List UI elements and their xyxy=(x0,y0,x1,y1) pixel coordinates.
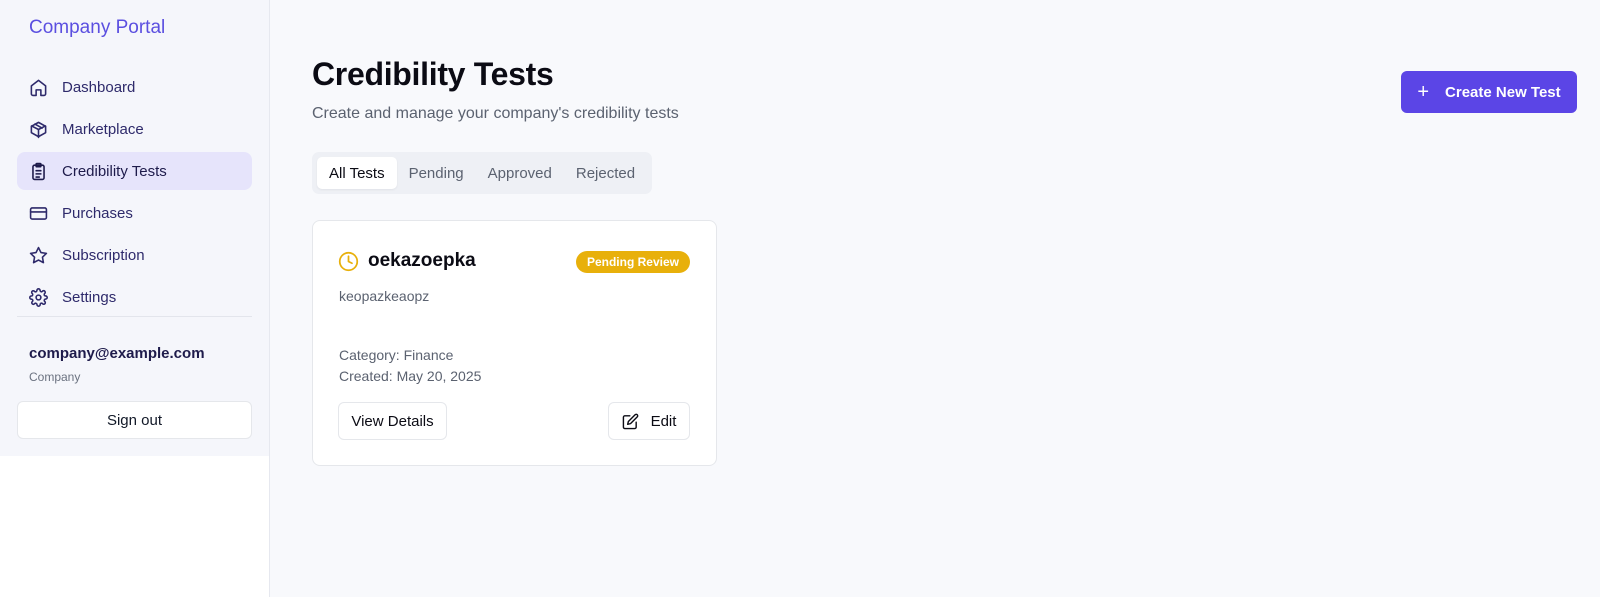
test-title: oekazoepka xyxy=(368,250,476,271)
sidebar-nav: Dashboard Marketplace Credibility Tests … xyxy=(17,68,252,320)
sidebar-item-label: Credibility Tests xyxy=(62,162,167,180)
user-role: Company xyxy=(29,370,81,384)
edit-button[interactable]: Edit xyxy=(608,402,690,440)
brand-title[interactable]: Company Portal xyxy=(29,17,165,39)
tab-rejected[interactable]: Rejected xyxy=(564,157,647,189)
sidebar-item-label: Dashboard xyxy=(62,78,136,96)
sign-out-button[interactable]: Sign out xyxy=(17,401,252,439)
edit-label: Edit xyxy=(650,412,677,430)
gear-icon xyxy=(29,287,48,307)
clipboard-icon xyxy=(32,162,45,180)
tab-all-tests[interactable]: All Tests xyxy=(317,157,397,189)
sidebar-item-label: Marketplace xyxy=(62,120,144,138)
test-card: oekazoepka Pending Review keopazkeaopz C… xyxy=(312,220,717,466)
tab-approved[interactable]: Approved xyxy=(476,157,564,189)
sidebar: Company Portal Dashboard Marketplace Cre… xyxy=(0,0,270,456)
sidebar-item-purchases[interactable]: Purchases xyxy=(17,194,252,232)
sidebar-item-settings[interactable]: Settings xyxy=(17,278,252,316)
test-created-date: Created: May 20, 2025 xyxy=(339,368,482,384)
sidebar-item-marketplace[interactable]: Marketplace xyxy=(17,110,252,148)
sidebar-item-subscription[interactable]: Subscription xyxy=(17,236,252,274)
clock-icon xyxy=(338,251,359,271)
view-details-button[interactable]: View Details xyxy=(338,402,447,440)
sidebar-item-credibility-tests[interactable]: Credibility Tests xyxy=(17,152,252,190)
status-tabs: All Tests Pending Approved Rejected xyxy=(312,152,653,194)
edit-icon xyxy=(622,413,638,429)
test-description: keopazkeaopz xyxy=(339,288,430,304)
plus-icon: + xyxy=(1417,81,1430,103)
test-card-header: oekazoepka xyxy=(338,250,476,272)
page-title: Credibility Tests xyxy=(312,56,554,92)
package-icon xyxy=(30,121,47,138)
sidebar-item-label: Purchases xyxy=(62,204,133,222)
create-new-test-button[interactable]: + Create New Test xyxy=(1401,71,1577,113)
tab-pending[interactable]: Pending xyxy=(397,157,476,189)
page-subtitle: Create and manage your company's credibi… xyxy=(312,105,679,122)
home-icon xyxy=(30,79,47,96)
user-email: company@example.com xyxy=(29,345,205,362)
sidebar-item-label: Subscription xyxy=(62,246,145,264)
sidebar-footer-area xyxy=(0,456,270,597)
star-icon xyxy=(29,246,48,263)
sidebar-item-label: Settings xyxy=(62,288,117,306)
credit-card-icon xyxy=(29,206,48,220)
status-badge: Pending Review xyxy=(575,251,690,273)
sidebar-divider xyxy=(17,316,252,317)
create-new-test-label: Create New Test xyxy=(1445,83,1561,101)
test-category: Category: Finance xyxy=(339,347,454,363)
sidebar-item-dashboard[interactable]: Dashboard xyxy=(17,68,252,106)
